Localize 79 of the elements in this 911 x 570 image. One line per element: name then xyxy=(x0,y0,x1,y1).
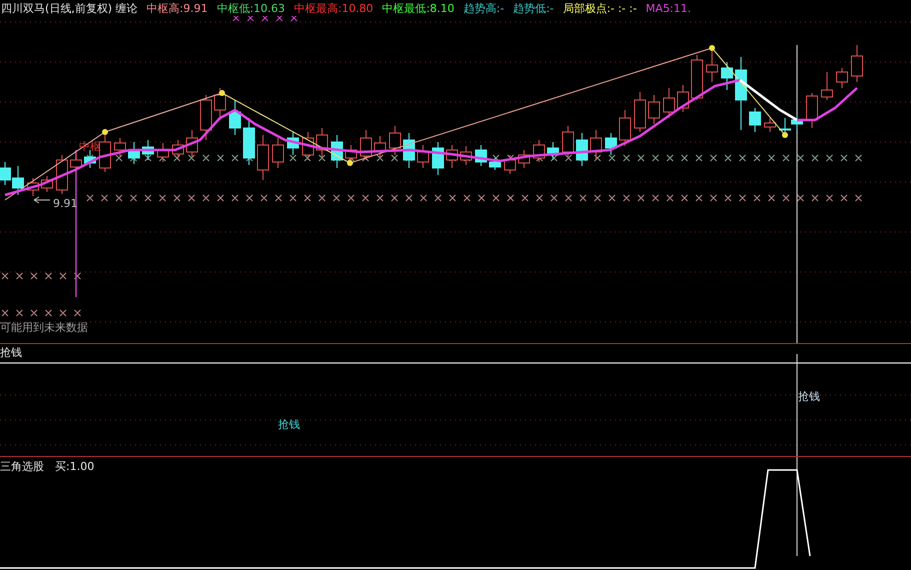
candlestick xyxy=(605,132,617,156)
candlestick xyxy=(70,154,82,172)
candlestick xyxy=(27,178,39,196)
candlestick xyxy=(128,142,140,164)
candlestick xyxy=(691,54,703,100)
signal-label: 抢钱 xyxy=(798,390,820,403)
candlestick xyxy=(764,118,776,132)
pivot-marker xyxy=(219,90,225,96)
candlestick xyxy=(663,88,675,118)
candlestick xyxy=(806,92,818,128)
candlestick xyxy=(590,130,602,160)
candlestick xyxy=(562,126,574,158)
candlestick xyxy=(460,146,472,166)
candlestick xyxy=(316,128,328,158)
candlestick xyxy=(403,132,415,168)
candlestick xyxy=(504,154,516,174)
pivot-marker xyxy=(709,45,715,51)
indicator-label: MA5:11. xyxy=(646,2,692,14)
indicator-label: 中枢高:9.91 xyxy=(146,0,208,16)
candlestick xyxy=(791,114,803,130)
indicator-label: 四川双马(日线,前复权) 缠论 xyxy=(1,0,138,16)
candlestick xyxy=(41,176,53,192)
pivot-marker xyxy=(782,132,788,138)
indicator-label: 中枢最高:10.80 xyxy=(294,0,374,16)
candlestick xyxy=(749,108,761,132)
warning-text: 可能用到未来数据 xyxy=(0,321,88,334)
candlestick xyxy=(706,50,718,82)
signal-value: 买:1.00 xyxy=(55,460,94,473)
candlestick xyxy=(360,130,372,160)
candlestick xyxy=(84,150,96,168)
indicator-label: 趋势低:- xyxy=(513,0,554,16)
candlestick xyxy=(374,136,386,158)
candlestick xyxy=(214,88,226,120)
candlestick xyxy=(851,44,863,82)
arrow-icon xyxy=(34,196,50,204)
candlestick xyxy=(331,134,343,168)
candlestick xyxy=(114,138,126,158)
candlestick xyxy=(721,62,733,90)
candlestick xyxy=(99,134,111,172)
candlestick xyxy=(417,144,429,168)
candlestick xyxy=(648,94,660,124)
candlestick xyxy=(533,140,545,162)
candlestick xyxy=(518,150,530,168)
candlestick xyxy=(677,84,689,112)
pivot-marker xyxy=(102,129,108,135)
candlestick xyxy=(229,100,241,136)
candlestick xyxy=(836,68,848,88)
candlestick xyxy=(200,94,212,140)
candlestick xyxy=(475,144,487,166)
indicator-label: 中枢最低:8.10 xyxy=(382,0,454,16)
panel-title: 三角选股 xyxy=(0,460,44,473)
candlestick xyxy=(287,132,299,156)
candlestick xyxy=(0,162,11,186)
candlestick xyxy=(634,92,646,132)
candlestick xyxy=(619,110,631,146)
candlestick xyxy=(547,142,559,160)
indicator-label: 趋势高:- xyxy=(463,0,504,16)
indicator-label: 局部极点:- :- :- xyxy=(562,0,637,16)
candlestick xyxy=(142,140,154,160)
candlestick xyxy=(272,138,284,168)
panel-title: 抢钱 xyxy=(0,346,22,359)
cross-marker-row xyxy=(232,16,298,22)
candlestick xyxy=(432,142,444,176)
candlestick xyxy=(186,130,198,158)
signal-label: 抢钱 xyxy=(278,418,300,431)
pivot-marker xyxy=(347,160,353,166)
candlestick xyxy=(389,126,401,156)
moving-average-line xyxy=(797,87,858,122)
candlestick xyxy=(302,132,314,160)
candlestick xyxy=(821,72,833,100)
indicator-label: 中枢低:10.63 xyxy=(216,0,285,16)
candlestick xyxy=(243,118,255,166)
candlestick xyxy=(489,158,501,170)
candlestick xyxy=(172,140,184,160)
candlestick xyxy=(446,144,458,168)
candlestick xyxy=(12,166,24,196)
candlestick xyxy=(157,142,169,162)
candlestick xyxy=(257,134,269,180)
candlestick xyxy=(576,132,588,166)
